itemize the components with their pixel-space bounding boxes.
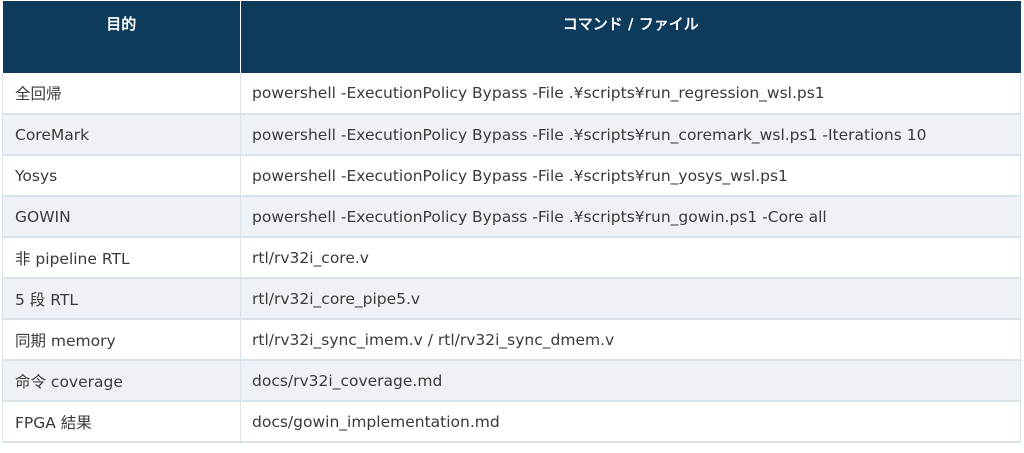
header-row: 目的 コマンド / ファイル <box>2 1 1021 73</box>
purpose-cell: 命令 coverage <box>2 360 241 402</box>
command-cell: powershell -ExecutionPolicy Bypass -File… <box>240 196 1021 238</box>
command-table: 目的 コマンド / ファイル 全回帰 powershell -Execution… <box>2 1 1021 443</box>
header-command-file: コマンド / ファイル <box>240 1 1021 73</box>
table-row: Yosys powershell -ExecutionPolicy Bypass… <box>2 155 1021 197</box>
file-path-cell: rtl/rv32i_core.v <box>240 237 1021 279</box>
table-row: 命令 coverage docs/rv32i_coverage.md <box>2 360 1021 402</box>
purpose-cell: 5 段 RTL <box>2 278 241 320</box>
command-cell: powershell -ExecutionPolicy Bypass -File… <box>240 73 1021 115</box>
table-row: 5 段 RTL rtl/rv32i_core_pipe5.v <box>2 278 1021 320</box>
purpose-cell: GOWIN <box>2 196 241 238</box>
purpose-cell: 全回帰 <box>2 73 241 115</box>
file-path-cell: docs/rv32i_coverage.md <box>240 360 1021 402</box>
purpose-cell: 非 pipeline RTL <box>2 237 241 279</box>
table-row: 同期 memory rtl/rv32i_sync_imem.v / rtl/rv… <box>2 319 1021 361</box>
purpose-cell: FPGA 結果 <box>2 401 241 443</box>
file-path-cell: rtl/rv32i_core_pipe5.v <box>240 278 1021 320</box>
command-cell: powershell -ExecutionPolicy Bypass -File… <box>240 155 1021 197</box>
purpose-cell: 同期 memory <box>2 319 241 361</box>
file-path-cell: rtl/rv32i_sync_imem.v / rtl/rv32i_sync_d… <box>240 319 1021 361</box>
file-path-cell: docs/gowin_implementation.md <box>240 401 1021 443</box>
command-cell: powershell -ExecutionPolicy Bypass -File… <box>240 114 1021 156</box>
table-row: 全回帰 powershell -ExecutionPolicy Bypass -… <box>2 73 1021 115</box>
table-row: 非 pipeline RTL rtl/rv32i_core.v <box>2 237 1021 279</box>
purpose-cell: Yosys <box>2 155 241 197</box>
header-purpose: 目的 <box>2 1 241 73</box>
table-row: FPGA 結果 docs/gowin_implementation.md <box>2 401 1021 443</box>
purpose-cell: CoreMark <box>2 114 241 156</box>
table-row: GOWIN powershell -ExecutionPolicy Bypass… <box>2 196 1021 238</box>
table-row: CoreMark powershell -ExecutionPolicy Byp… <box>2 114 1021 156</box>
